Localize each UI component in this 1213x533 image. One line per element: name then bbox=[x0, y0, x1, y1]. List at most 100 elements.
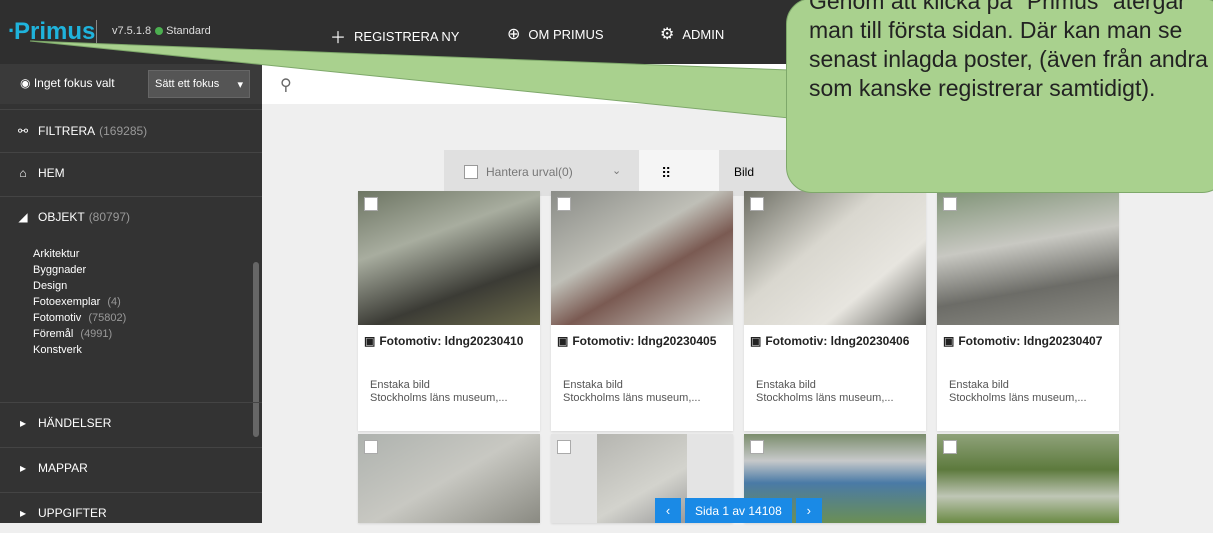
nav-register-new[interactable]: ＋ REGISTRERA NY bbox=[330, 24, 459, 48]
card-meta: Enstaka bild Stockholms läns museum,... bbox=[563, 379, 723, 405]
sidebar-item-home[interactable]: ⌂ HEM bbox=[0, 152, 262, 193]
next-page-button[interactable]: › bbox=[795, 498, 822, 523]
card-type: Enstaka bild bbox=[756, 379, 816, 391]
subitem-label: Fotoexemplar bbox=[33, 296, 101, 308]
sidebar-subitem[interactable]: Fotoexemplar (4) bbox=[33, 294, 126, 310]
card-meta: Enstaka bild Stockholms läns museum,... bbox=[756, 379, 916, 405]
result-card[interactable]: ▣ Fotomotiv: ldng20230405 Enstaka bild Sto… bbox=[551, 191, 733, 431]
result-card[interactable] bbox=[358, 434, 540, 523]
card-title[interactable]: ▣ Fotomotiv: ldng20230406 bbox=[750, 334, 909, 348]
sidebar-item-label: HÄNDELSER bbox=[38, 416, 112, 430]
card-title[interactable]: ▣ Fotomotiv: ldng20230410 bbox=[364, 334, 523, 348]
image-icon: ▣ bbox=[750, 334, 762, 348]
card-thumbnail[interactable] bbox=[358, 191, 540, 325]
sidebar-item-label: MAPPAR bbox=[38, 461, 88, 475]
card-title-text: Fotomotiv: ldng20230406 bbox=[765, 334, 910, 348]
result-card[interactable] bbox=[937, 434, 1119, 523]
result-card[interactable]: ▣ Fotomotiv: ldng20230406 Enstaka bild Sto… bbox=[744, 191, 926, 431]
chevron-left-icon: ‹ bbox=[665, 503, 671, 518]
subitem-count: (4) bbox=[107, 296, 121, 308]
status-dot-icon bbox=[155, 27, 164, 36]
subitem-label: Arkitektur bbox=[33, 248, 80, 260]
card-type: Enstaka bild bbox=[949, 379, 1009, 391]
set-focus-label: Sätt ett fokus bbox=[155, 78, 220, 90]
card-checkbox[interactable] bbox=[943, 440, 957, 454]
sidebar-item-label: FILTRERA bbox=[38, 124, 96, 138]
nav-admin[interactable]: ⚙ ADMIN bbox=[660, 24, 724, 44]
subitem-label: Konstverk bbox=[33, 344, 82, 356]
subitem-count: (4991) bbox=[80, 328, 113, 340]
home-icon: ⌂ bbox=[19, 166, 27, 180]
version-number: v7.5.1.8 bbox=[112, 25, 152, 37]
card-title[interactable]: ▣ Fotomotiv: ldng20230405 bbox=[557, 334, 716, 348]
card-thumbnail[interactable] bbox=[744, 191, 926, 325]
card-type: Enstaka bild bbox=[563, 379, 623, 391]
select-all-checkbox[interactable] bbox=[464, 165, 478, 179]
sidebar-item-handelser[interactable]: ▸ HÄNDELSER bbox=[0, 402, 262, 443]
objekt-count: (80797) bbox=[88, 210, 131, 224]
card-thumbnail[interactable] bbox=[551, 191, 733, 325]
primus-logo[interactable]: · Primus bbox=[8, 18, 95, 46]
chevron-down-icon[interactable]: ⌄ bbox=[612, 164, 621, 177]
callout-line: Genom att klicka på "Primus" återgår bbox=[809, 0, 1186, 14]
status-label: Standard bbox=[166, 25, 211, 37]
focus-status-label: Inget fokus valt bbox=[33, 76, 115, 90]
nav-about-primus[interactable]: ⊕ OM PRIMUS bbox=[507, 24, 604, 44]
sidebar-item-mappar[interactable]: ▸ MAPPAR bbox=[0, 447, 262, 488]
sidebar-item-uppgifter[interactable]: ▸ UPPGIFTER bbox=[0, 492, 262, 533]
prev-page-button[interactable]: ‹ bbox=[655, 498, 681, 523]
card-thumbnail[interactable] bbox=[937, 434, 1119, 523]
grid-icon: ⠿ bbox=[661, 165, 672, 181]
sidebar-item-objekt[interactable]: ◢ OBJEKT (80797) bbox=[0, 196, 262, 237]
subitem-label: Fotomotiv bbox=[33, 312, 82, 324]
card-owner: Stockholms läns museum,... bbox=[949, 392, 1087, 404]
caret-right-icon: ▸ bbox=[19, 416, 27, 430]
image-icon: ▣ bbox=[557, 334, 569, 348]
objekt-sublist: Arkitektur Byggnader Design Fotoexemplar… bbox=[33, 246, 126, 358]
result-card[interactable]: ▣ Fotomotiv: ldng20230407 Enstaka bild Sto… bbox=[937, 191, 1119, 431]
nav-label: REGISTRERA NY bbox=[354, 28, 460, 44]
sidebar-item-label: UPPGIFTER bbox=[38, 506, 107, 520]
card-thumbnail[interactable] bbox=[358, 434, 540, 523]
card-meta: Enstaka bild Stockholms läns museum,... bbox=[949, 379, 1109, 405]
sidebar-subitem[interactable]: Konstverk bbox=[33, 342, 126, 358]
card-checkbox[interactable] bbox=[557, 440, 571, 454]
eye-icon: ◉ bbox=[20, 76, 31, 90]
sidebar-subitem[interactable]: Föremål (4991) bbox=[33, 326, 126, 342]
filter-icon: ⚯ bbox=[17, 124, 29, 138]
subitem-label: Design bbox=[33, 280, 68, 292]
card-title[interactable]: ▣ Fotomotiv: ldng20230407 bbox=[943, 334, 1102, 348]
sidebar-item-label: HEM bbox=[38, 166, 65, 180]
callout-line: senast inlagda poster, (även från andra bbox=[809, 46, 1208, 72]
card-thumbnail[interactable] bbox=[937, 191, 1119, 325]
sidebar-subitem[interactable]: Byggnader bbox=[33, 262, 126, 278]
card-checkbox[interactable] bbox=[943, 197, 957, 211]
card-checkbox[interactable] bbox=[364, 197, 378, 211]
card-checkbox[interactable] bbox=[750, 440, 764, 454]
callout-line: som kanske registrerar samtidigt). bbox=[809, 75, 1156, 101]
chevron-right-icon: › bbox=[806, 503, 811, 518]
focus-row: ◉ Inget fokus valt Sätt ett fokus ▾ bbox=[0, 64, 262, 104]
pagination: ‹ Sida 1 av 14108 › bbox=[655, 498, 822, 523]
card-owner: Stockholms läns museum,... bbox=[563, 392, 701, 404]
version-info: v7.5.1.8 Standard bbox=[112, 25, 211, 37]
card-checkbox[interactable] bbox=[750, 197, 764, 211]
result-card[interactable]: ▣ Fotomotiv: ldng20230410 Enstaka bild Sto… bbox=[358, 191, 540, 431]
sidebar: ◉ Inget fokus valt Sätt ett fokus ▾ ⚯ FIL… bbox=[0, 64, 262, 523]
sidebar-subitem[interactable]: Fotomotiv (75802) bbox=[33, 310, 126, 326]
card-checkbox[interactable] bbox=[557, 197, 571, 211]
grid-view-toggle[interactable]: ⠿ bbox=[639, 150, 719, 196]
subitem-label: Byggnader bbox=[33, 264, 87, 276]
sidebar-subitem[interactable]: Design bbox=[33, 278, 126, 294]
page-indicator: Sida 1 av 14108 bbox=[685, 498, 792, 523]
globe-icon: ⊕ bbox=[507, 26, 521, 43]
manage-selection-dropdown[interactable]: Hantera urval(0) bbox=[486, 165, 573, 179]
set-focus-button[interactable]: Sätt ett fokus ▾ bbox=[148, 70, 250, 98]
sidebar-subitem[interactable]: Arkitektur bbox=[33, 246, 126, 262]
view-mode-label[interactable]: Bild bbox=[734, 165, 754, 179]
card-checkbox[interactable] bbox=[364, 440, 378, 454]
subitem-count: (75802) bbox=[88, 312, 127, 324]
card-title-text: Fotomotiv: ldng20230407 bbox=[958, 334, 1103, 348]
sidebar-item-filter[interactable]: ⚯ FILTRERA (169285) bbox=[0, 109, 262, 152]
logo-separator bbox=[96, 20, 97, 44]
